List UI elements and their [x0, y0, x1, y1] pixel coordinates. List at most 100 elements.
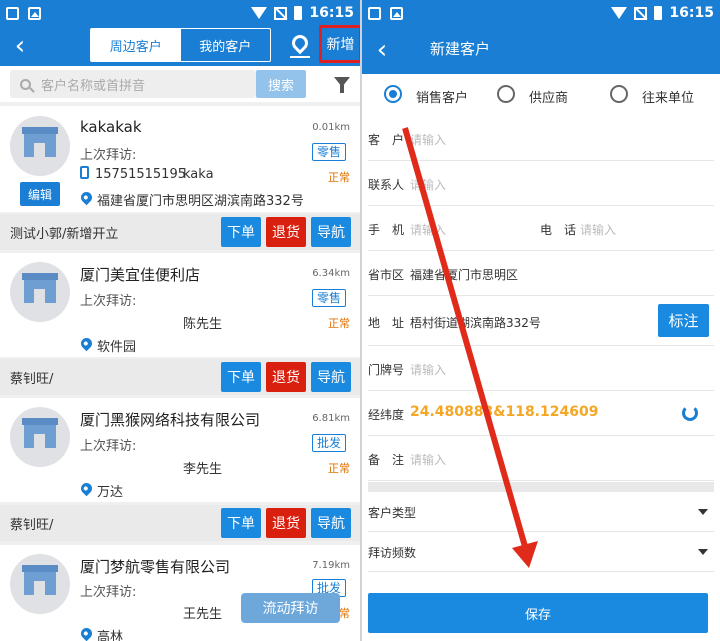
customer-field[interactable]: 请输入 [410, 131, 446, 148]
return-button[interactable]: 退货 [266, 217, 306, 247]
region-field-row[interactable]: 省市区 福建省厦门市思明区 [368, 251, 714, 296]
notification-icon [6, 6, 19, 20]
customer-type-badge: 零售 [311, 289, 346, 307]
tab-my-customers[interactable]: 我的客户 [181, 29, 271, 61]
field-label: 省市区 [368, 268, 405, 282]
back-icon[interactable]: ‹ [0, 26, 40, 66]
location-icon [78, 189, 95, 206]
navigate-button[interactable]: 导航 [311, 217, 351, 247]
field-label: 地 址 [368, 316, 405, 330]
battery-icon [654, 6, 663, 20]
customer-type-radios: 销售客户 供应商 往来单位 [362, 74, 720, 114]
search-row: 客户名称或首拼音 搜索 [0, 66, 360, 102]
return-button[interactable]: 退货 [266, 362, 306, 392]
filter-icon[interactable] [334, 77, 350, 93]
visit-frequency-select[interactable]: 拜访频数 [368, 532, 714, 572]
search-button[interactable]: 搜索 [256, 70, 306, 98]
customer-contact: 陈先生 [183, 317, 223, 332]
tel-field[interactable]: 请输入 [580, 221, 616, 238]
customer-card[interactable]: 厦门黑猴网络科技有限公司 6.81km 上次拜访: 批发 李先生 正常 万达 [0, 398, 360, 502]
note-field-row[interactable]: 备 注 请输入 [368, 436, 714, 481]
customer-address: 高林 [97, 630, 124, 641]
region-field[interactable]: 福建省厦门市思明区 [410, 266, 518, 283]
navigate-button[interactable]: 导航 [311, 508, 351, 538]
last-visit-label: 上次拜访: [80, 294, 137, 309]
customer-status: 正常 [328, 317, 350, 330]
coordinate-value: 24.480883&118.124609 [410, 404, 599, 420]
radio-partner[interactable] [610, 85, 628, 103]
radio-label: 往来单位 [642, 91, 695, 106]
coordinate-field-row: 经纬度 24.480883&118.124609 [368, 391, 714, 436]
navigate-button[interactable]: 导航 [311, 362, 351, 392]
creator-label: 蔡钊旺/ [10, 372, 54, 387]
flow-visit-button[interactable]: 流动拜访 [241, 593, 340, 623]
door-field-row[interactable]: 门牌号 请输入 [368, 346, 714, 391]
back-icon[interactable]: ‹ [362, 26, 402, 74]
map-pin-base [290, 56, 310, 58]
image-icon [390, 6, 403, 20]
customer-contact: 李先生 [183, 462, 223, 477]
customer-address: 万达 [97, 485, 124, 500]
creator-label: 蔡钊旺/ [10, 518, 54, 533]
mark-location-button[interactable]: 标注 [658, 304, 709, 337]
contact-field[interactable]: 请输入 [410, 176, 446, 193]
location-icon [78, 625, 95, 641]
new-customer-screen: 16:15 ‹ 新建客户 销售客户 供应商 往来单位 客 户 请输入 联系人 请… [362, 0, 720, 641]
phone-field-row[interactable]: 手 机 请输入 电 话 请输入 [368, 206, 714, 251]
mobile-field[interactable]: 请输入 [410, 221, 446, 238]
customer-address: 福建省厦门市思明区湖滨南路332号 [97, 194, 304, 209]
customer-field-row[interactable]: 客 户 请输入 [368, 116, 714, 161]
note-field[interactable]: 请输入 [410, 451, 446, 468]
image-icon [28, 6, 41, 20]
order-button[interactable]: 下单 [221, 217, 261, 247]
door-number-field[interactable]: 请输入 [410, 361, 446, 378]
select-label: 客户类型 [368, 506, 417, 520]
customer-action-bar: 蔡钊旺/ 下单 退货 导航 [0, 505, 360, 541]
shop-icon [22, 565, 58, 595]
customer-phone[interactable]: 15751515195 [95, 167, 186, 182]
customer-status: 正常 [328, 171, 350, 184]
customer-type-badge: 零售 [311, 143, 346, 161]
shop-icon [22, 418, 58, 448]
select-label: 拜访频数 [368, 546, 417, 560]
wifi-icon [251, 7, 268, 19]
refresh-icon[interactable] [682, 405, 698, 421]
search-input[interactable]: 客户名称或首拼音 [10, 70, 256, 98]
customer-card[interactable]: kakakak 0.01km 上次拜访: 零售 15751515195 kaka… [0, 106, 360, 212]
radio-label: 销售客户 [416, 91, 469, 106]
field-label: 联系人 [368, 178, 405, 192]
address-field[interactable]: 梧村街道湖滨南路332号 [410, 314, 541, 331]
customer-name: kakakak [80, 118, 142, 136]
return-button[interactable]: 退货 [266, 508, 306, 538]
last-visit-label: 上次拜访: [80, 148, 137, 163]
last-visit-label: 上次拜访: [80, 439, 137, 454]
customer-name: 厦门梦航零售有限公司 [80, 558, 231, 576]
field-label: 门牌号 [368, 363, 405, 377]
contact-field-row[interactable]: 联系人 请输入 [368, 161, 714, 206]
caret-down-icon [698, 549, 708, 555]
radio-label: 供应商 [529, 91, 569, 106]
customer-name: 厦门美宜佳便利店 [80, 266, 201, 284]
customer-type-badge: 批发 [311, 434, 346, 452]
field-label: 电 话 [540, 223, 577, 237]
battery-icon [294, 6, 303, 20]
save-button[interactable]: 保存 [368, 593, 708, 633]
add-customer-button[interactable]: 新增 [319, 25, 360, 63]
tab-nearby-customers[interactable]: 周边客户 [91, 29, 181, 61]
customer-distance: 6.34km [312, 268, 350, 279]
radio-supplier[interactable] [497, 85, 515, 103]
customer-list-screen: 16:15 ‹ 周边客户 我的客户 新增 客户名称或首拼音 搜索 kakakak… [0, 0, 360, 641]
customer-type-select[interactable]: 客户类型 [368, 492, 714, 532]
status-bar: 16:15 [0, 0, 360, 26]
customer-card[interactable]: 厦门美宜佳便利店 6.34km 上次拜访: 零售 陈先生 正常 软件园 [0, 253, 360, 357]
clock: 16:15 [669, 5, 714, 21]
radio-sales-customer[interactable] [384, 85, 402, 103]
map-pin-icon[interactable] [288, 31, 312, 55]
order-button[interactable]: 下单 [221, 508, 261, 538]
customer-distance: 6.81km [312, 413, 350, 424]
order-button[interactable]: 下单 [221, 362, 261, 392]
edit-button[interactable]: 编辑 [20, 182, 60, 206]
location-icon [78, 480, 95, 497]
shop-icon [22, 273, 58, 303]
search-placeholder: 客户名称或首拼音 [41, 78, 146, 94]
